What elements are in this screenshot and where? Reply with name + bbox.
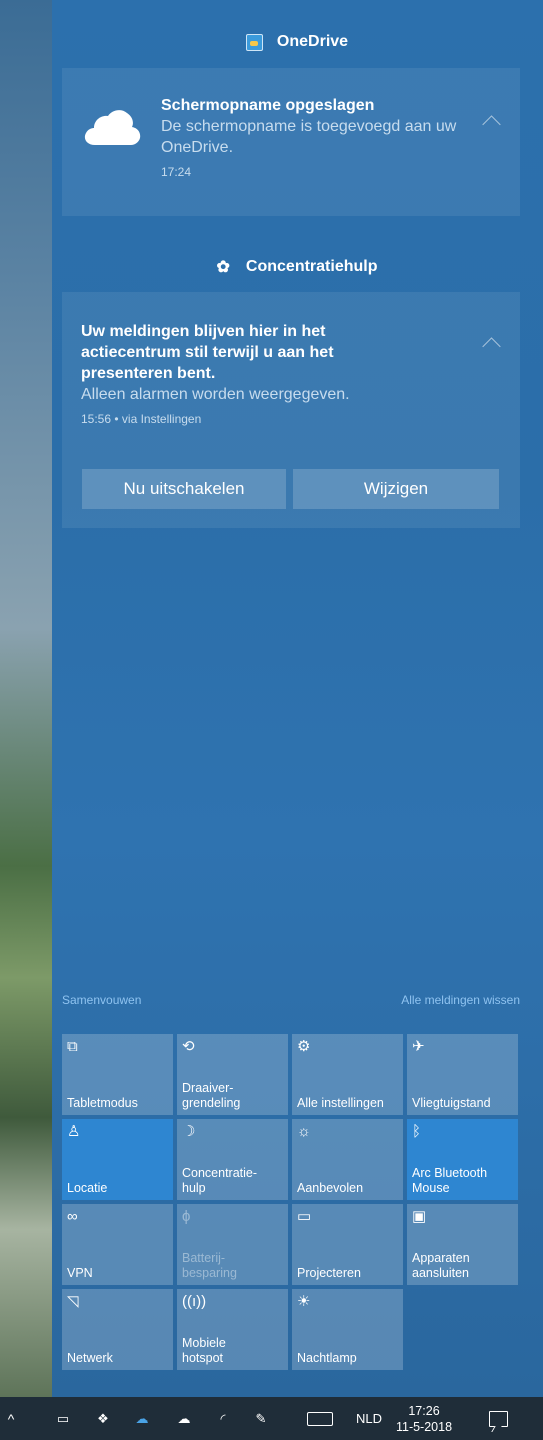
tile-all-settings[interactable]: ⚙ Alle instellingen (292, 1034, 403, 1115)
night-light-icon: ☀ (297, 1293, 311, 1310)
clock[interactable]: 17:26 11-5-2018 (393, 1397, 455, 1440)
tile-label: Draaiver- grendeling (182, 1081, 241, 1110)
tile-airplane-mode[interactable]: ✈ Vliegtuigstand (407, 1034, 518, 1115)
desktop-background (0, 0, 52, 1397)
collapse-chevron-icon[interactable] (482, 115, 501, 134)
tile-battery-saver[interactable]: ϕ Batterij- besparing (177, 1204, 288, 1285)
tile-bluetooth[interactable]: ᛒ Arc Bluetooth Mouse (407, 1119, 518, 1200)
tile-label: Projecteren (297, 1266, 361, 1280)
focus-assist-notification[interactable]: Uw meldingen blijven hier in het actiece… (62, 292, 520, 528)
action-center-button[interactable] (473, 1397, 523, 1440)
notification-time: 17:24 (161, 165, 192, 179)
pen-icon[interactable]: ✎ (250, 1397, 272, 1440)
clock-time: 17:26 (408, 1403, 440, 1418)
notification-time: 15:56 • via Instellingen (81, 412, 202, 426)
taskbar: ^ ▭ ❖ ☁ ☁ ◜ ✎ NLD 17:26 11-5-2018 (0, 1397, 543, 1440)
rotation-lock-icon: ⟲ (182, 1038, 195, 1055)
clock-date: 11-5-2018 (395, 1419, 453, 1434)
touch-keyboard-icon[interactable] (305, 1397, 335, 1440)
tile-location[interactable]: ♙ Locatie (62, 1119, 173, 1200)
tile-label: Locatie (67, 1181, 108, 1195)
dropbox-icon[interactable]: ❖ (92, 1397, 114, 1440)
tile-rotation-lock[interactable]: ⟲ Draaiver- grendeling (177, 1034, 288, 1115)
battery-icon[interactable]: ▭ (50, 1397, 76, 1440)
tile-connect-devices[interactable]: ▣ Apparaten aansluiten (407, 1204, 518, 1285)
tile-brightness[interactable]: ☼ Aanbevolen (292, 1119, 403, 1200)
tile-label: Tabletmodus (67, 1096, 138, 1110)
network-icon: ◹ (67, 1293, 79, 1310)
bluetooth-icon: ᛒ (412, 1123, 422, 1140)
location-icon: ♙ (67, 1123, 81, 1140)
battery-saver-icon: ϕ (182, 1208, 191, 1225)
tile-label: Vliegtuigstand (412, 1096, 491, 1110)
moon-icon: ☽ (182, 1123, 196, 1140)
turn-off-now-button[interactable]: Nu uitschakelen (82, 469, 286, 509)
collapse-link[interactable]: Samenvouwen (62, 993, 141, 1007)
tile-label: Batterij- besparing (182, 1251, 237, 1280)
hotspot-icon: ((ı)) (182, 1293, 207, 1310)
focus-assist-group-title: Concentratiehulp (245, 258, 378, 275)
clear-all-notifications-link[interactable]: Alle meldingen wissen (401, 993, 520, 1007)
action-center-panel: OneDrive Schermopname opgeslagen De sche… (52, 0, 543, 1397)
tile-project[interactable]: ▭ Projecteren (292, 1204, 403, 1285)
settings-icon: ⚙ (297, 1038, 311, 1055)
notification-title: Schermopname opgeslagen (161, 97, 375, 114)
change-button[interactable]: Wijzigen (293, 469, 499, 509)
tablet-mode-icon: ⧉ (67, 1038, 78, 1055)
tile-label: Arc Bluetooth Mouse (412, 1166, 488, 1195)
tile-label: Netwerk (67, 1351, 113, 1365)
project-icon: ▭ (297, 1208, 312, 1225)
tile-label: Mobiele hotspot (182, 1336, 226, 1365)
tile-vpn[interactable]: ∞ VPN (62, 1204, 173, 1285)
tile-label: Apparaten aansluiten (412, 1251, 470, 1280)
action-center-icon (488, 1410, 508, 1427)
tile-label: Nachtlamp (297, 1351, 357, 1365)
tile-label: Aanbevolen (297, 1181, 364, 1195)
tile-focus-assist[interactable]: ☽ Concentratie- hulp (177, 1119, 288, 1200)
onedrive-group-header[interactable]: OneDrive (62, 27, 532, 57)
onedrive-app-icon (245, 33, 263, 51)
cloud-icon (84, 110, 141, 145)
brightness-icon: ☼ (297, 1123, 311, 1140)
language-indicator[interactable]: NLD (351, 1397, 387, 1440)
tile-night-light[interactable]: ☀ Nachtlamp (292, 1289, 403, 1370)
tile-label: VPN (67, 1266, 93, 1280)
onedrive-blue-cloud-icon[interactable]: ☁ (129, 1397, 155, 1440)
connect-devices-icon: ▣ (412, 1208, 427, 1225)
quick-actions-grid: ⧉ Tabletmodus ⟲ Draaiver- grendeling ⚙ A… (62, 1034, 520, 1370)
onedrive-notification[interactable]: Schermopname opgeslagen De schermopname … (62, 68, 520, 216)
airplane-icon: ✈ (412, 1038, 425, 1055)
wifi-icon[interactable]: ◜ (212, 1397, 234, 1440)
gear-icon: ✿ (216, 259, 230, 276)
tile-label: Alle instellingen (297, 1096, 384, 1110)
show-hidden-icons-chevron-icon[interactable]: ^ (0, 1397, 22, 1440)
onedrive-group-title: OneDrive (276, 33, 349, 50)
collapse-chevron-icon[interactable] (482, 337, 501, 356)
vpn-icon: ∞ (67, 1208, 78, 1225)
tile-label: Concentratie- hulp (182, 1166, 258, 1195)
tile-network[interactable]: ◹ Netwerk (62, 1289, 173, 1370)
tile-tablet-mode[interactable]: ⧉ Tabletmodus (62, 1034, 173, 1115)
notification-body: De schermopname is toegevoegd aan uw One… (161, 118, 457, 156)
notification-body: Alleen alarmen worden weergegeven. (81, 386, 350, 403)
notification-title: Uw meldingen blijven hier in het actiece… (81, 323, 334, 382)
focus-assist-group-header[interactable]: ✿ Concentratiehulp (62, 252, 532, 282)
tile-mobile-hotspot[interactable]: ((ı)) Mobiele hotspot (177, 1289, 288, 1370)
onedrive-cloud-icon[interactable]: ☁ (171, 1397, 197, 1440)
